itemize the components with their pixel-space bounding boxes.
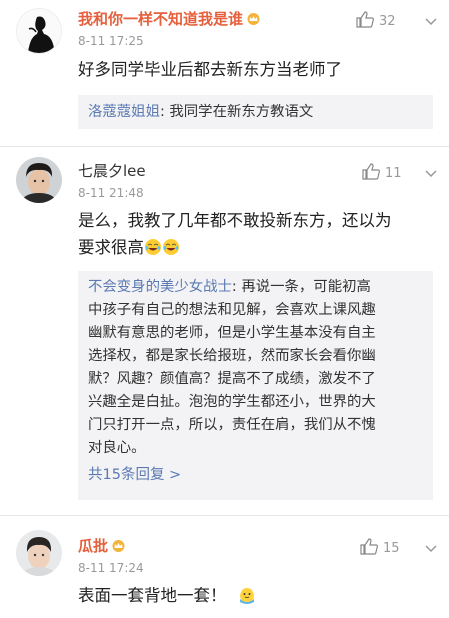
thumbs-up-icon [362, 163, 380, 180]
chevron-down-icon[interactable] [422, 539, 440, 557]
reply-line: 洛蔻蔻姐姐: 我同学在新东方教语文 [88, 101, 423, 124]
comment-text-line-2: 要求很高 [78, 234, 392, 261]
reply-line: 对良心。 [88, 440, 146, 456]
reply-line: 选择权，都是家长给报班，然而家长会看你幽 [88, 348, 376, 364]
chevron-down-icon[interactable] [422, 164, 440, 182]
crown-badge-icon [247, 13, 260, 25]
username[interactable]: 瓜批 [78, 537, 126, 555]
username[interactable]: 我和你一样不知道我是谁 [78, 10, 261, 28]
man-portrait-avatar-image [16, 157, 62, 203]
thumbs-up-icon [356, 11, 374, 28]
reply-line: 不会变身的美少女战士: 再说一条，可能初高 [88, 279, 371, 295]
comment-time: 8-11 17:25 [78, 34, 144, 48]
reply-author[interactable]: 洛蔻蔻姐姐 [88, 104, 160, 120]
reply-line: 幽默有意思的老师，但是小学生基本没有自主 [88, 325, 376, 341]
comment-text: 表面一套背地一套！ [78, 582, 256, 609]
comment-2: 七晨夕lee 8-11 21:48 11 是么，我教了几年都不敢投新东方，还以为… [0, 147, 449, 515]
reply-box[interactable]: 不会变身的美少女战士: 再说一条，可能初高 中孩子有自己的想法和见解，会喜欢上课… [78, 271, 433, 500]
like-count: 11 [385, 166, 402, 181]
like-button[interactable]: 32 [356, 11, 396, 29]
laughing-emoji [145, 239, 161, 255]
comment-text: 是么，我教了几年都不敢投新东方，还以为 要求很高 [78, 207, 392, 261]
reply-author[interactable]: 不会变身的美少女战士 [88, 279, 232, 295]
comment-time: 8-11 17:24 [78, 561, 144, 575]
comment-text-line: 是么，我教了几年都不敢投新东方，还以为 [78, 211, 392, 230]
reply-line: 兴趣全是白扯。泡泡的学生都还小，世界的大 [88, 394, 376, 410]
laughing-emoji [163, 239, 179, 255]
thumbs-up-icon [360, 538, 378, 555]
like-count: 15 [383, 541, 400, 556]
avatar[interactable] [16, 8, 62, 54]
avatar[interactable] [16, 157, 62, 203]
more-replies-link[interactable]: 共15条回复 > [88, 464, 423, 487]
username[interactable]: 七晨夕lee [78, 162, 146, 180]
comment-text: 好多同学毕业后都去新东方当老师了 [78, 60, 342, 79]
silhouette-avatar-image [17, 9, 61, 53]
avatar[interactable] [16, 530, 62, 576]
comment-3: 瓜批 8-11 17:24 15 表面一套背地一套！ [0, 516, 449, 618]
sweat-emoji [239, 588, 254, 604]
man-portrait-avatar-image [16, 530, 62, 576]
comment-time: 8-11 21:48 [78, 186, 144, 200]
reply-line: 门只打开一点，所以，责任在肩，我们从不愧 [88, 417, 376, 433]
reply-line: 默？风趣？颜值高？提高不了成绩，激发不了 [88, 371, 376, 387]
reply-line: 中孩子有自己的想法和见解，会喜欢上课风趣 [88, 302, 376, 318]
reply-text: : 我同学在新东方教语文 [159, 104, 314, 120]
comment-1: 我和你一样不知道我是谁 8-11 17:25 32 好多同学毕业后都去新东方当老… [0, 0, 449, 146]
chevron-down-icon[interactable] [422, 12, 440, 30]
reply-box[interactable]: 洛蔻蔻姐姐: 我同学在新东方教语文 [78, 95, 433, 129]
like-button[interactable]: 11 [362, 163, 402, 181]
like-count: 32 [379, 14, 396, 29]
crown-badge-icon [112, 540, 125, 552]
like-button[interactable]: 15 [360, 538, 400, 556]
